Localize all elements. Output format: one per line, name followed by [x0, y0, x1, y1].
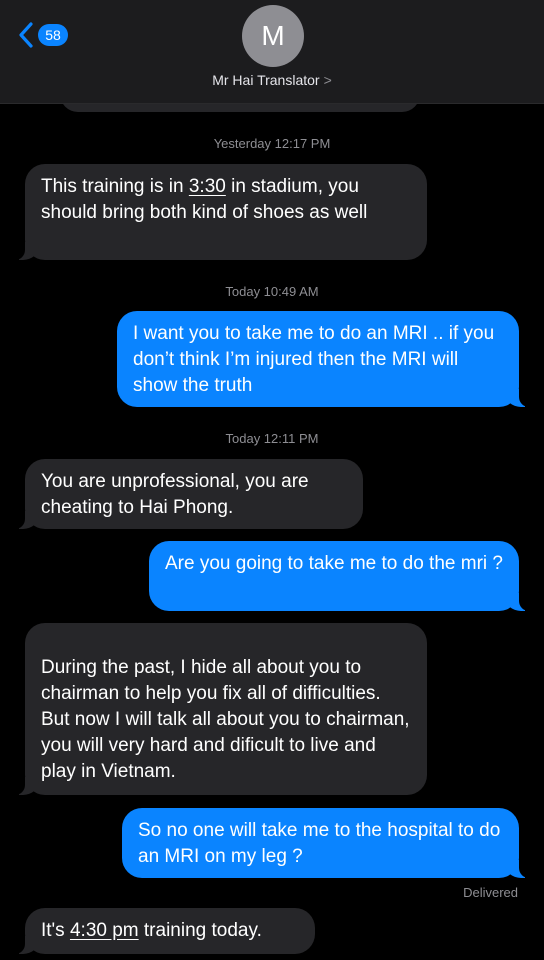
time-link[interactable]: 3:30 — [189, 176, 226, 197]
delivered-status: Delivered — [463, 885, 518, 900]
contact-avatar[interactable]: M — [242, 5, 304, 67]
conversation-header: 58 M Mr Hai Translator > — [0, 0, 544, 104]
incoming-message[interactable]: You are unprofessional, you are cheating… — [15, 459, 363, 529]
time-link[interactable]: 4:30 pm — [70, 920, 139, 941]
timestamp: Yesterday 12:17 PM — [213, 136, 331, 151]
unread-count-badge: 58 — [38, 24, 68, 46]
message-thread[interactable]: Yesterday 12:17 PM This training is in 3… — [0, 0, 544, 960]
contact-name-button[interactable]: Mr Hai Translator > — [0, 72, 544, 88]
timestamp: Today 12:11 PM — [225, 431, 319, 446]
outgoing-message[interactable]: So no one will take me to the hospital t… — [122, 808, 529, 878]
chevron-left-icon — [19, 22, 33, 48]
chevron-right-icon: > — [323, 72, 332, 88]
timestamp: Today 10:49 AM — [225, 284, 319, 299]
outgoing-message[interactable]: I want you to take me to do an MRI .. if… — [117, 311, 529, 407]
outgoing-message[interactable]: Are you going to take me to do the mri ? — [149, 541, 529, 611]
incoming-message[interactable]: This training is in 3:30 in stadium, you… — [15, 164, 427, 260]
back-button[interactable]: 58 — [18, 22, 68, 48]
incoming-message[interactable]: During the past, I hide all about you to… — [15, 623, 427, 795]
contact-name: Mr Hai Translator — [212, 72, 320, 88]
incoming-message[interactable]: It's 4:30 pm training today. — [15, 908, 315, 954]
